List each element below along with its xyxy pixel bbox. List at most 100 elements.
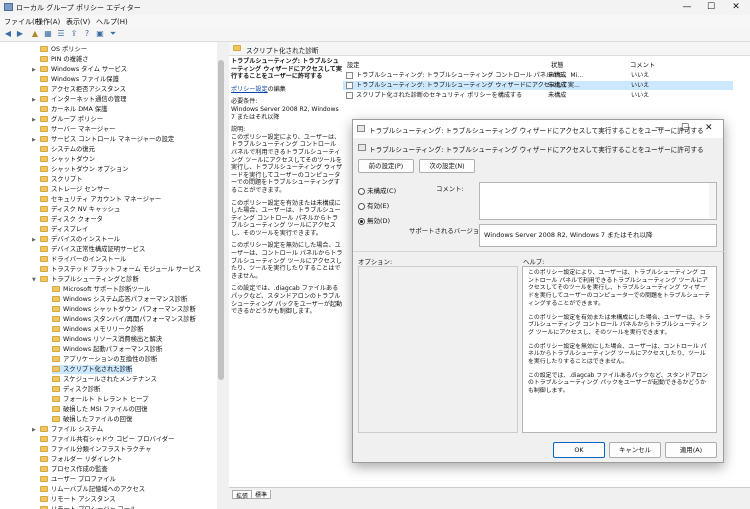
dialog-minimize-button[interactable]: —	[655, 123, 664, 133]
tree-item[interactable]: ファイル システム	[40, 425, 103, 434]
tree-item[interactable]: ストレージ センサー	[40, 185, 110, 194]
radio-not-configured[interactable]: 未構成(C)	[358, 185, 396, 195]
menu-action[interactable]: 操作(A)	[36, 17, 60, 27]
col-comment[interactable]: コメント	[630, 60, 655, 69]
tree-item[interactable]: Windows スタンバイ/再開パフォーマンス診断	[52, 315, 196, 324]
dialog-maximize-button[interactable]: ☐	[681, 123, 689, 133]
list-view-icon[interactable]: ☰	[56, 29, 66, 39]
table-row[interactable]: トラブルシューティング: トラブルシューティング コントロール パネルから、Mi…	[343, 71, 733, 80]
tree-item[interactable]: サービス コントロール マネージャーの設定	[40, 135, 174, 144]
description-text-1: このポリシー設定により、ユーザーは、トラブルシューティング コントロール パネル…	[231, 133, 343, 194]
folder-icon	[40, 426, 48, 432]
tree-item[interactable]: ディスク NV キャッシュ	[40, 205, 120, 214]
tree-item[interactable]: トラステッド プラットフォーム モジュール サービス	[40, 265, 201, 274]
properties-icon[interactable]: ▣	[95, 29, 105, 39]
cancel-button[interactable]: キャンセル	[609, 442, 661, 458]
table-row[interactable]: スクリプト化された診断のセキュリティ ポリシーを構成する 未構成 いいえ	[343, 91, 733, 100]
expand-caret-icon[interactable]: ▶	[32, 427, 36, 433]
tree-item[interactable]: デバイスのインストール	[40, 235, 120, 244]
radio-enabled[interactable]: 有効(E)	[358, 200, 389, 210]
tree-item[interactable]: ディスク クォータ	[40, 215, 103, 224]
radio-disabled[interactable]: 無効(D)	[358, 215, 390, 225]
col-setting[interactable]: 設定	[347, 60, 360, 69]
next-setting-button[interactable]: 次の設定(N)	[419, 159, 475, 173]
col-state[interactable]: 状態	[551, 60, 564, 69]
tree-item[interactable]: プロセス作成の監査	[40, 465, 108, 474]
tree-item[interactable]: Windows シャットダウン パフォーマンス診断	[52, 305, 196, 314]
tree-item[interactable]: Windows 起動パフォーマンス診断	[52, 345, 162, 354]
tree-item[interactable]: シャットダウン	[40, 155, 95, 164]
tree-item[interactable]: インターネット通信の管理	[40, 95, 127, 104]
tree-item[interactable]: Windows メモリリーク診断	[52, 325, 144, 334]
menu-view[interactable]: 表示(V)	[66, 17, 90, 27]
show-tree-icon[interactable]: ▦	[43, 29, 53, 39]
tree-item[interactable]: ドライバーのインストール	[40, 255, 126, 264]
tree-item[interactable]: Windows システム応答パフォーマンス診断	[52, 295, 187, 304]
tree-item[interactable]: リモート アシスタンス	[40, 495, 116, 504]
table-row[interactable]: トラブルシューティング: トラブルシューティング ウィザードにアクセスして実..…	[343, 81, 733, 90]
tree-item[interactable]: 破損した MSI ファイルの回復	[52, 405, 148, 414]
tree-scroll-thumb[interactable]	[218, 60, 224, 380]
tree-item[interactable]: アクセス拒否アシスタンス	[40, 85, 126, 94]
folder-icon	[40, 56, 48, 62]
tree-item[interactable]: フォルダー リダイレクト	[40, 455, 122, 464]
tree-item[interactable]: スケジュールされたメンテナンス	[52, 375, 157, 384]
tree-item[interactable]: Windows ファイル保護	[40, 75, 119, 84]
comment-textarea[interactable]	[479, 182, 717, 220]
tree-item[interactable]: ディスプレイ	[40, 225, 88, 234]
tree-item[interactable]: シャットダウン オプション	[40, 165, 129, 174]
tree-item[interactable]: ユーザー プロファイル	[40, 475, 116, 484]
expand-caret-icon[interactable]: ▶	[32, 137, 36, 143]
tree-item[interactable]: スクリプト	[40, 175, 82, 184]
tree-item[interactable]: リモート プロシージャ コール	[40, 505, 136, 509]
tree-item[interactable]: デバイス正常性構成証明サービス	[40, 245, 145, 254]
previous-setting-button[interactable]: 前の設定(P)	[358, 159, 414, 173]
tree-item[interactable]: リムーバブル記憶域へのアクセス	[40, 485, 145, 494]
expand-caret-icon[interactable]: ▶	[32, 67, 36, 73]
tree-item[interactable]: カーネル DMA 保護	[40, 105, 107, 114]
maximize-button[interactable]: ☐	[702, 1, 720, 13]
export-icon[interactable]: ⇪	[69, 29, 79, 39]
row-setting: トラブルシューティング: トラブルシューティング ウィザードにアクセスして実..…	[356, 82, 580, 89]
tree-item[interactable]: ファイル分類インフラストラクチャ	[40, 445, 151, 454]
expand-caret-icon[interactable]: ▶	[32, 237, 36, 243]
tree-item[interactable]: フォールト トレラント ヒープ	[52, 395, 149, 404]
tree-item[interactable]: グループ ポリシー	[40, 115, 103, 124]
forward-icon[interactable]: ▶	[15, 29, 25, 39]
tab-standard[interactable]: 標準	[251, 490, 272, 499]
tree-item[interactable]: ディスク診断	[52, 385, 100, 394]
tab-extended[interactable]: 拡張	[232, 490, 253, 500]
minimize-button[interactable]: —	[678, 1, 696, 13]
tree-item[interactable]: OS ポリシー	[40, 45, 87, 54]
tree-item[interactable]: Windows タイム サービス	[40, 65, 127, 74]
expand-caret-icon[interactable]: ▶	[32, 117, 36, 123]
tree-item[interactable]: サーバー マネージャー	[40, 125, 115, 134]
tree-item[interactable]: スクリプト化された診断	[52, 365, 133, 374]
menu-help[interactable]: ヘルプ(H)	[96, 17, 128, 27]
folder-icon	[52, 376, 60, 382]
filter-icon[interactable]: ⏷	[108, 29, 118, 39]
tree-item-label: アプリケーションの互換性の診断	[63, 356, 158, 363]
close-button[interactable]: ✕	[727, 1, 745, 13]
tree-item[interactable]: 破損したファイルの回復	[52, 415, 132, 424]
up-folder-icon[interactable]: ▲	[30, 29, 40, 39]
comment-scrollbar[interactable]	[709, 183, 716, 219]
tree-item[interactable]: ファイル共有シャドウ コピー プロバイダー	[40, 435, 174, 444]
back-icon[interactable]: ◀	[3, 29, 13, 39]
tree-item[interactable]: PIN の複雑さ	[40, 55, 89, 64]
expand-caret-icon[interactable]: ▶	[32, 97, 36, 103]
collapse-caret-icon[interactable]: ▼	[32, 277, 36, 283]
dialog-close-button[interactable]: ✕	[705, 123, 713, 133]
tree-item[interactable]: アプリケーションの互換性の診断	[52, 355, 157, 364]
apply-button[interactable]: 適用(A)	[665, 442, 717, 458]
tree-item[interactable]: Microsoft サポート診断ツール	[52, 285, 150, 294]
tree-item-label: ストレージ センサー	[51, 186, 110, 193]
edit-policy-link[interactable]: ポリシー設定	[231, 86, 268, 93]
tree-item[interactable]: Windows リソース消費検出と解決	[52, 335, 162, 344]
row-state: 未構成	[548, 72, 567, 79]
tree-item[interactable]: トラブルシューティングと診断	[40, 275, 139, 284]
ok-button[interactable]: OK	[553, 442, 605, 458]
tree-item[interactable]: システムの復元	[40, 145, 95, 154]
tree-item[interactable]: セキュリティ アカウント マネージャー	[40, 195, 161, 204]
help-icon[interactable]: ?	[82, 29, 92, 39]
